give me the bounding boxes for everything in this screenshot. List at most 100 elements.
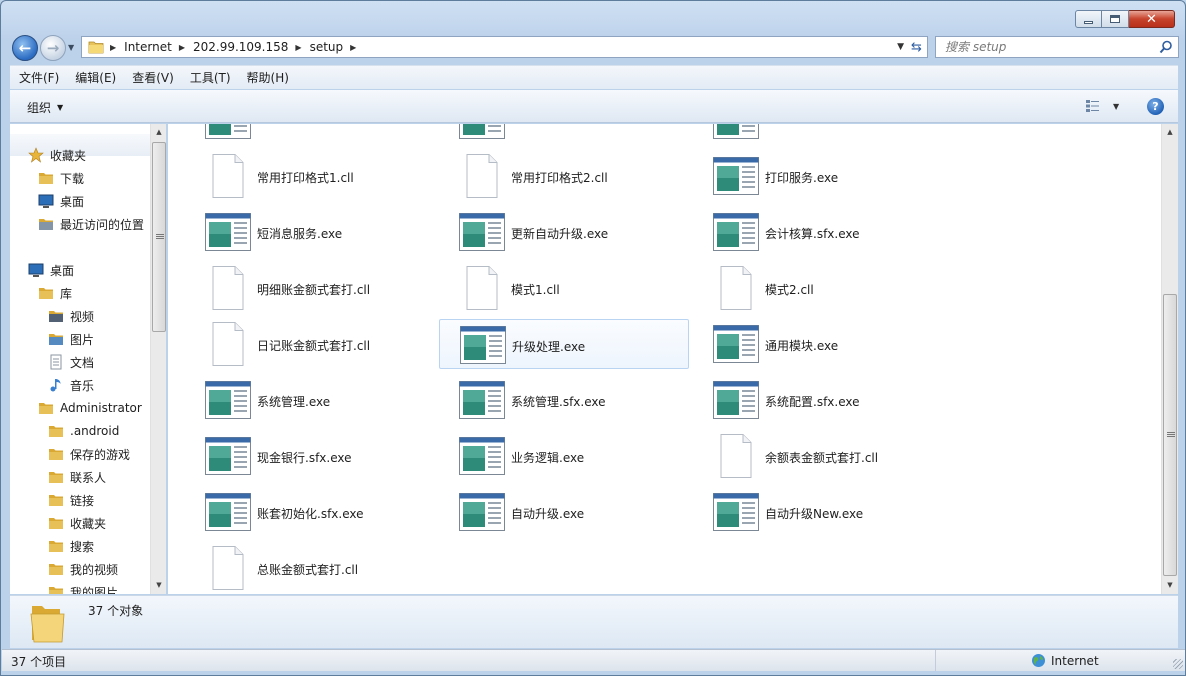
sidebar-item[interactable]: 桌面	[28, 259, 74, 281]
application-icon	[459, 437, 505, 475]
address-bar[interactable]: ▶ Internet ▶ 202.99.109.158 ▶ setup ▶ ▼	[81, 36, 909, 58]
sidebar-item[interactable]: 我的视频	[48, 558, 118, 580]
back-button[interactable]: ←	[12, 35, 38, 61]
file-item[interactable]: 会计核算.sfx.exe	[693, 207, 943, 257]
search-icon[interactable]	[1159, 40, 1173, 54]
scroll-up-arrow-icon[interactable]: ▲	[1162, 124, 1178, 140]
sidebar-item[interactable]: 联系人	[48, 466, 106, 488]
file-item[interactable]: 打印服务.exe	[693, 151, 943, 201]
file-item[interactable]: 自动升级.exe	[439, 487, 689, 537]
search-box[interactable]	[935, 36, 1179, 58]
file-item[interactable]: 模式2.cll	[693, 263, 943, 313]
chevron-right-icon[interactable]: ▶	[295, 43, 301, 52]
file-item[interactable]: 通用模块.exe	[693, 319, 943, 369]
chevron-down-icon[interactable]: ▼	[1113, 102, 1119, 111]
file-item[interactable]: 账套初始化.sfx.exe	[185, 487, 435, 537]
sidebar-item[interactable]: 图片	[48, 328, 94, 350]
sidebar-item[interactable]: 链接	[48, 489, 94, 511]
menu-view[interactable]: 查看(V)	[132, 69, 174, 86]
maximize-button[interactable]	[1102, 10, 1129, 28]
file-item-partial[interactable]	[439, 124, 689, 145]
user-folder-icon	[39, 403, 53, 414]
sidebar-item[interactable]: 搜索	[48, 535, 94, 557]
navigation-scrollbar[interactable]: ▲ ▼	[150, 124, 166, 594]
sidebar-item[interactable]: 收藏夹	[28, 144, 86, 166]
document-icon	[212, 322, 244, 366]
minimize-button[interactable]	[1075, 10, 1102, 28]
file-item[interactable]: 系统管理.sfx.exe	[439, 375, 689, 425]
resize-grip[interactable]	[1173, 659, 1183, 669]
file-item[interactable]: 系统管理.exe	[185, 375, 435, 425]
scroll-up-arrow-icon[interactable]: ▲	[151, 124, 166, 140]
sidebar-item[interactable]: 视频	[48, 305, 94, 327]
breadcrumb-internet[interactable]: Internet ▶	[124, 40, 193, 54]
sidebar-item[interactable]: 保存的游戏	[48, 443, 130, 465]
file-item[interactable]: 业务逻辑.exe	[439, 431, 689, 481]
chevron-right-icon[interactable]: ▶	[350, 43, 356, 52]
file-item[interactable]: 明细账金额式套打.cll	[185, 263, 435, 313]
change-view-button[interactable]: ▼	[1085, 99, 1119, 113]
file-name: 余额表金额式套打.cll	[765, 451, 879, 465]
address-history-dropdown[interactable]: ▼	[897, 42, 904, 52]
scrollbar-thumb[interactable]	[1163, 294, 1177, 576]
file-name: 系统管理.exe	[257, 395, 331, 409]
application-icon	[459, 381, 505, 419]
menu-help[interactable]: 帮助(H)	[247, 69, 289, 86]
sidebar-item[interactable]: 库	[38, 282, 72, 304]
scrollbar-thumb[interactable]	[152, 142, 166, 332]
sidebar-item-label: 搜索	[70, 539, 95, 554]
file-name: 更新自动升级.exe	[511, 227, 609, 241]
breadcrumb-label: 202.99.109.158	[192, 40, 289, 54]
menu-edit[interactable]: 编辑(E)	[75, 69, 116, 86]
file-item[interactable]: 余额表金额式套打.cll	[693, 431, 943, 481]
star-icon	[28, 147, 44, 163]
file-item[interactable]: 常用打印格式1.cll	[185, 151, 435, 201]
help-button[interactable]: ?	[1147, 98, 1164, 115]
sidebar-item[interactable]: 桌面	[38, 190, 84, 212]
file-name: 升级处理.exe	[512, 340, 586, 354]
content-scrollbar[interactable]: ▲ ▼	[1161, 124, 1178, 594]
menu-tools[interactable]: 工具(T)	[190, 69, 231, 86]
file-item[interactable]: 短消息服务.exe	[185, 207, 435, 257]
file-name: 系统管理.sfx.exe	[511, 395, 606, 409]
application-icon	[460, 326, 506, 364]
file-item[interactable]: 总账金额式套打.cll	[185, 543, 435, 593]
refresh-button[interactable]: ⇆	[906, 36, 928, 58]
sidebar-item-label: .android	[70, 424, 120, 438]
file-item[interactable]: 常用打印格式2.cll	[439, 151, 689, 201]
chevron-right-icon[interactable]: ▶	[110, 43, 116, 52]
file-item[interactable]: 日记账金额式套打.cll	[185, 319, 435, 369]
file-item-partial[interactable]	[185, 124, 435, 145]
documents-library-icon	[50, 354, 62, 370]
close-button[interactable]: ✕	[1129, 10, 1175, 28]
breadcrumb-setup[interactable]: setup ▶	[310, 40, 365, 54]
file-item-partial[interactable]	[693, 124, 943, 145]
application-icon	[713, 493, 759, 531]
file-item[interactable]: 系统配置.sfx.exe	[693, 375, 943, 425]
file-item[interactable]: 模式1.cll	[439, 263, 689, 313]
file-item[interactable]: 自动升级New.exe	[693, 487, 943, 537]
file-name: 业务逻辑.exe	[511, 451, 585, 465]
file-item[interactable]: 更新自动升级.exe	[439, 207, 689, 257]
scroll-down-arrow-icon[interactable]: ▼	[151, 577, 166, 593]
sidebar-item[interactable]: .android	[48, 420, 119, 442]
file-item[interactable]: 升级处理.exe	[439, 319, 689, 369]
sidebar-item[interactable]: 最近访问的位置	[38, 213, 144, 235]
sidebar-item[interactable]: 我的图片	[48, 581, 118, 594]
forward-button[interactable]: →	[40, 35, 66, 61]
recent-pages-dropdown[interactable]: ▼	[68, 43, 74, 52]
search-input[interactable]	[945, 40, 1145, 54]
sidebar-item[interactable]: Administrator	[38, 397, 142, 419]
file-name: 系统配置.sfx.exe	[765, 395, 860, 409]
file-item[interactable]: 现金银行.sfx.exe	[185, 431, 435, 481]
folder-icon	[49, 426, 63, 437]
sidebar-item[interactable]: 下载	[38, 167, 84, 189]
sidebar-item[interactable]: 音乐	[48, 374, 94, 396]
menu-file[interactable]: 文件(F)	[19, 69, 59, 86]
breadcrumb-host[interactable]: 202.99.109.158 ▶	[193, 40, 310, 54]
sidebar-item[interactable]: 文档	[48, 351, 94, 373]
sidebar-item[interactable]: 收藏夹	[48, 512, 106, 534]
organize-button[interactable]: 组织 ▼	[27, 99, 63, 116]
scroll-down-arrow-icon[interactable]: ▼	[1162, 577, 1178, 593]
chevron-right-icon[interactable]: ▶	[179, 43, 185, 52]
